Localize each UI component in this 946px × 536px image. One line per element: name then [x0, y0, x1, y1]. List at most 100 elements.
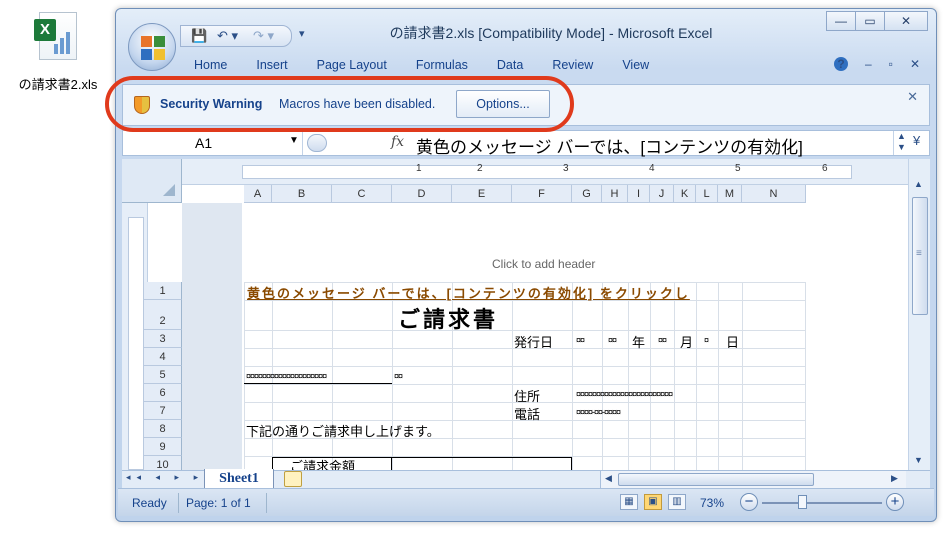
date-part[interactable]: ¤¤	[608, 335, 617, 345]
column-header-b[interactable]: B	[272, 185, 332, 203]
column-header-g[interactable]: G	[572, 185, 602, 203]
formula-bar-resize-handle[interactable]	[307, 134, 327, 152]
column-headers: A B C D E F G H I J K L M N	[182, 185, 908, 203]
tab-sheet1[interactable]: Sheet1	[204, 469, 274, 489]
column-header-n[interactable]: N	[742, 185, 806, 203]
zoom-slider-track[interactable]	[762, 502, 882, 504]
page-break-view-icon[interactable]: ▥	[668, 494, 686, 510]
column-header-j[interactable]: J	[650, 185, 674, 203]
tab-home[interactable]: Home	[194, 58, 227, 72]
cell-a5[interactable]: ¤¤¤¤¤¤¤¤¤¤¤¤¤¤¤¤¤¤¤¤	[246, 371, 327, 381]
amount-label[interactable]: ご請求金額	[290, 456, 355, 470]
ruler-number: 1	[416, 163, 422, 174]
function-icon[interactable]: fx	[391, 134, 404, 150]
vertical-scrollbar[interactable]: ▲ ▼	[908, 159, 930, 470]
expand-formula-icon[interactable]: ¥	[913, 133, 920, 148]
ribbon-minimize-button[interactable]: –	[865, 57, 872, 71]
phone-label[interactable]: 電話	[514, 404, 540, 423]
date-part[interactable]: 日	[726, 332, 739, 351]
sheet-nav-arrows[interactable]: ◂◂ ◂ ▸ ▸▸	[126, 472, 215, 483]
date-part[interactable]: 月	[680, 332, 693, 351]
cell-d5[interactable]: ¤¤	[394, 371, 403, 381]
row-header[interactable]: 5	[144, 366, 182, 384]
close-button[interactable]: ✕	[884, 11, 928, 31]
horizontal-scroll-thumb[interactable]	[618, 473, 814, 486]
date-part[interactable]: ¤¤	[658, 335, 667, 345]
message-bar-close-icon[interactable]: ✕	[907, 89, 918, 105]
tab-page-layout[interactable]: Page Layout	[317, 58, 387, 72]
row-header[interactable]: 6	[144, 384, 182, 402]
horizontal-scrollbar[interactable]: ◀ ▶	[600, 471, 906, 489]
tab-data[interactable]: Data	[497, 58, 523, 72]
row-header[interactable]: 7	[144, 402, 182, 420]
phone-value[interactable]: ¤¤¤¤-¤¤-¤¤¤¤	[576, 407, 621, 417]
tab-formulas[interactable]: Formulas	[416, 58, 468, 72]
normal-view-icon[interactable]: ▦	[620, 494, 638, 510]
issue-date-label[interactable]: 発行日	[514, 332, 553, 351]
tab-review[interactable]: Review	[552, 58, 593, 72]
row-header[interactable]: 4	[144, 348, 182, 366]
tab-view[interactable]: View	[622, 58, 649, 72]
formula-input[interactable]: 黄色のメッセージ バーでは、[コンテンツの有効化]	[416, 133, 803, 158]
scroll-right-icon[interactable]: ▶	[891, 473, 898, 484]
cell-a8[interactable]: 下記の通りご請求申し上げます。	[246, 421, 440, 440]
ribbon-restore-button[interactable]: ▫	[889, 57, 893, 71]
minimize-button[interactable]: —	[826, 11, 856, 31]
chevron-down-icon[interactable]: ▼	[289, 135, 299, 146]
zoom-in-button[interactable]: +	[886, 493, 904, 511]
desktop-file-icon[interactable]: X の請求書2.xls	[8, 12, 108, 93]
maximize-button[interactable]: ▭	[855, 11, 885, 31]
zoom-slider-knob[interactable]	[798, 495, 807, 509]
address-label[interactable]: 住所	[514, 386, 540, 405]
row-header[interactable]: 3	[144, 330, 182, 348]
invoice-title[interactable]: ご請求書	[398, 302, 498, 334]
column-header-e[interactable]: E	[452, 185, 512, 203]
cell-grid[interactable]: 黄色のメッセージ バーでは、[コンテンツの有効化] をクリックし ご請求書 発行…	[244, 282, 806, 470]
insert-sheet-icon[interactable]	[284, 471, 302, 487]
column-header-f[interactable]: F	[512, 185, 572, 203]
ribbon-close-button[interactable]: ✕	[910, 57, 920, 71]
row-header[interactable]: 9	[144, 438, 182, 456]
save-icon[interactable]: 💾	[191, 28, 207, 44]
name-box[interactable]: A1 ▼	[123, 131, 303, 155]
address-value[interactable]: ¤¤¤¤¤¤¤¤¤¤¤¤¤¤¤¤¤¤¤¤¤¤¤¤	[576, 389, 673, 399]
cell-a1[interactable]: 黄色のメッセージ バーでは、[コンテンツの有効化] をクリックし	[247, 283, 690, 302]
date-part[interactable]: ¤	[704, 335, 709, 345]
vertical-scroll-thumb[interactable]	[912, 197, 928, 315]
add-header-hint[interactable]: Click to add header	[492, 257, 595, 271]
row-header[interactable]: 2	[144, 300, 182, 330]
zoom-out-button[interactable]: −	[740, 493, 758, 511]
select-all-corner[interactable]	[122, 159, 182, 203]
date-part[interactable]: 年	[632, 332, 645, 351]
customize-qat-icon[interactable]: ▾	[299, 27, 305, 40]
help-icon[interactable]: ?	[833, 57, 848, 71]
scroll-down-icon[interactable]: ▼	[914, 455, 923, 465]
column-header-m[interactable]: M	[718, 185, 742, 203]
column-header-k[interactable]: K	[674, 185, 696, 203]
column-header-i[interactable]: I	[628, 185, 650, 203]
red-highlight-annotation	[105, 76, 574, 132]
zoom-level[interactable]: 73%	[700, 496, 724, 510]
redo-button[interactable]: ↷ ▾	[253, 28, 274, 44]
chart-bars-icon	[54, 32, 72, 54]
window-title: の請求書2.xls [Compatibility Mode] - Microso…	[389, 25, 713, 41]
scroll-up-icon[interactable]: ▲	[914, 179, 923, 189]
row-header[interactable]: 1	[144, 282, 182, 300]
office-button[interactable]	[128, 23, 176, 71]
ruler-number: 6	[822, 163, 828, 174]
column-header-h[interactable]: H	[602, 185, 628, 203]
row-header[interactable]: 8	[144, 420, 182, 438]
page-layout-view-icon[interactable]: ▣	[644, 494, 662, 510]
column-header-l[interactable]: L	[696, 185, 718, 203]
scroll-left-icon[interactable]: ◀	[605, 473, 612, 484]
tab-insert[interactable]: Insert	[256, 58, 287, 72]
column-header-c[interactable]: C	[332, 185, 392, 203]
undo-button[interactable]: ↶ ▾	[217, 28, 238, 44]
date-part[interactable]: ¤¤	[576, 335, 585, 345]
ribbon-tabs: Home Insert Page Layout Formulas Data Re…	[194, 58, 678, 72]
column-header-d[interactable]: D	[392, 185, 452, 203]
column-header-a[interactable]: A	[244, 185, 272, 203]
row-header[interactable]: 10	[144, 456, 182, 470]
formula-scroll-arrows[interactable]: ▲ ▼	[893, 131, 909, 155]
desktop-file-label: の請求書2.xls	[18, 77, 98, 92]
